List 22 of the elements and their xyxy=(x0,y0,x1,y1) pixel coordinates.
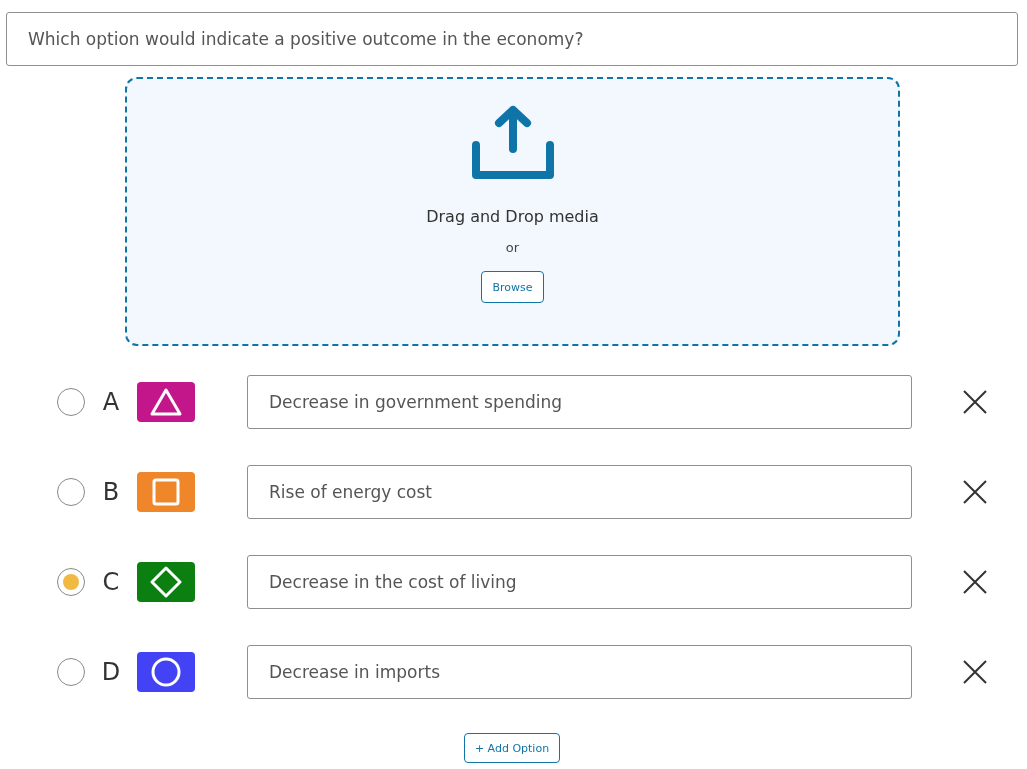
radio-button[interactable] xyxy=(57,388,85,416)
question-field[interactable]: Which option would indicate a positive outcome in the economy? xyxy=(6,12,1018,66)
square-icon xyxy=(152,478,180,506)
upload-dropzone[interactable]: Drag and Drop media or Browse xyxy=(125,77,900,346)
browse-button[interactable]: Browse xyxy=(481,271,544,303)
option-field[interactable]: Decrease in imports xyxy=(247,645,912,699)
option-field[interactable]: Rise of energy cost xyxy=(247,465,912,519)
or-text: or xyxy=(505,240,520,255)
diamond-icon xyxy=(150,566,182,598)
drag-drop-text: Drag and Drop media xyxy=(426,207,599,226)
radio-button[interactable] xyxy=(57,478,85,506)
radio-button[interactable] xyxy=(57,658,85,686)
add-option-button[interactable]: + Add Option xyxy=(463,733,561,763)
triangle-icon xyxy=(149,387,183,417)
option-field[interactable]: Decrease in the cost of living xyxy=(247,555,912,609)
option-letter: C xyxy=(101,568,121,596)
option-letter: B xyxy=(101,478,121,506)
circle-icon xyxy=(151,657,181,687)
option-field[interactable]: Decrease in government spending xyxy=(247,375,912,429)
option-letter: A xyxy=(101,388,121,416)
radio-button[interactable] xyxy=(57,568,85,596)
option-letter: D xyxy=(100,658,122,686)
